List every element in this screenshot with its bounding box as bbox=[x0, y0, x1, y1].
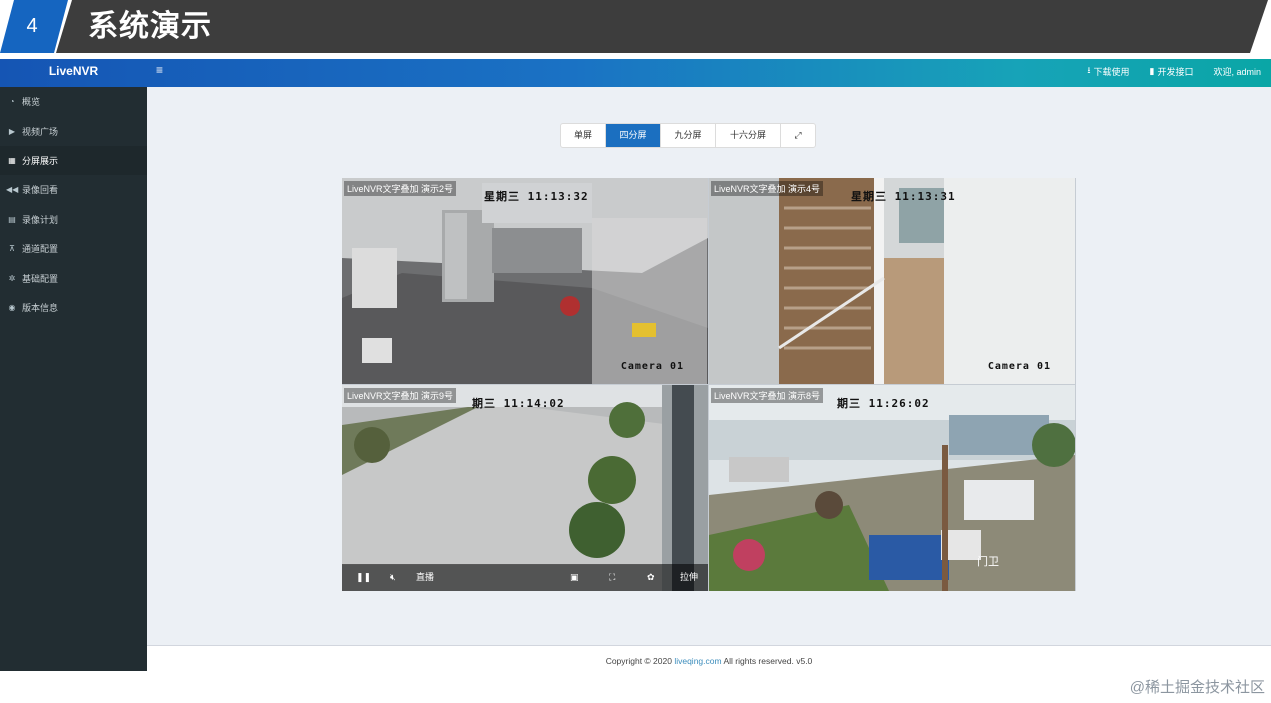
footer: Copyright © 2020 liveqing.com All rights… bbox=[147, 645, 1271, 671]
play-icon: ▶ bbox=[8, 126, 16, 136]
user-menu[interactable]: 欢迎, admin bbox=[1213, 65, 1261, 78]
tile-timestamp: 期三 11:26:02 bbox=[837, 397, 930, 410]
tile-timestamp: 期三 11:14:02 bbox=[472, 397, 565, 410]
slide-header: 4 系统演示 bbox=[0, 0, 1271, 53]
snapshot-icon[interactable]: ✿ bbox=[647, 564, 655, 591]
sidebar-item-label: 基础配置 bbox=[22, 273, 59, 284]
video-tile-2[interactable]: LiveNVR文字叠加 演示4号 星期三 11:13:31 Camera 01 bbox=[709, 178, 1075, 384]
download-link[interactable]: ⭳ 下载使用 bbox=[1087, 63, 1129, 79]
sidebar-item-version[interactable]: ◉ 版本信息 bbox=[0, 293, 147, 322]
sidebar-item-label: 版本信息 bbox=[22, 302, 59, 313]
sitemap-icon: ⊼ bbox=[9, 244, 15, 254]
single-screen-button[interactable]: 单屏 bbox=[561, 124, 606, 147]
sidebar-item-basic-config[interactable]: ✲ 基础配置 bbox=[0, 263, 147, 292]
slide-title-bar bbox=[56, 0, 1268, 53]
tile-label: LiveNVR文字叠加 演示4号 bbox=[711, 181, 824, 196]
top-navbar: LiveNVR ≡ ⭳ 下载使用 ▮ 开发接口 欢迎, admin bbox=[0, 59, 1271, 87]
sidebar-item-channel-config[interactable]: ⊼ 通道配置 bbox=[0, 234, 147, 263]
download-icon: ⭳ bbox=[1087, 65, 1091, 75]
video-grid: LiveNVR文字叠加 演示2号 星期三 11:13:32 Camera 01 bbox=[342, 178, 1076, 591]
menu-toggle-icon[interactable]: ≡ bbox=[156, 63, 163, 77]
info-icon: ◉ bbox=[8, 302, 16, 312]
slide-number: 4 bbox=[26, 15, 38, 37]
gear-icon: ✲ bbox=[8, 273, 16, 283]
fullscreen-icon[interactable]: ⤢ bbox=[781, 124, 815, 147]
sidebar-item-label: 录像回看 bbox=[22, 185, 59, 196]
sidebar-item-label: 分屏展示 bbox=[22, 155, 59, 166]
sidebar-item-video-square[interactable]: ▶ 视频广场 bbox=[0, 116, 147, 145]
top-right-menu: ⭳ 下载使用 ▮ 开发接口 欢迎, admin bbox=[1087, 59, 1261, 83]
grid-icon: ▦ bbox=[8, 155, 16, 165]
sidebar-item-overview[interactable]: ◔ 概览 bbox=[0, 87, 147, 116]
fullscreen-toggle-icon[interactable]: ⛶ bbox=[609, 564, 615, 591]
footer-link[interactable]: liveqing.com bbox=[674, 656, 721, 666]
live-label: 直播 bbox=[416, 572, 435, 582]
video-frame-yard bbox=[709, 385, 1075, 591]
video-frame-courtyard bbox=[342, 385, 708, 591]
slide-title: 系统演示 bbox=[88, 10, 212, 43]
tile-label: LiveNVR文字叠加 演示9号 bbox=[344, 388, 457, 403]
sixteen-screen-button[interactable]: 十六分屏 bbox=[716, 124, 781, 147]
sidebar-item-label: 通道配置 bbox=[22, 244, 59, 255]
four-screen-button[interactable]: 四分屏 bbox=[606, 124, 661, 147]
book-icon: ▮ bbox=[1149, 65, 1155, 76]
footer-copyright: Copyright © 2020 bbox=[605, 656, 675, 666]
backward-icon: ◀◀ bbox=[6, 185, 19, 195]
tile-timestamp: 星期三 11:13:32 bbox=[484, 190, 589, 203]
pause-icon[interactable]: ❚❚ bbox=[356, 564, 371, 591]
video-frame-kitchen bbox=[342, 178, 708, 384]
sidebar-item-split-screen[interactable]: ▦ 分屏展示 bbox=[0, 145, 147, 176]
footer-suffix: All rights reserved. v5.0 bbox=[721, 656, 813, 666]
calendar-icon: ▤ bbox=[8, 214, 16, 224]
player-controls: ❚❚ 🔇︎ 直播 ▣ ⛶ ✿ 拉伸 bbox=[342, 564, 708, 591]
tile-label: LiveNVR文字叠加 演示8号 bbox=[711, 388, 824, 403]
api-docs-link[interactable]: ▮ 开发接口 bbox=[1150, 65, 1194, 78]
video-frame-staircase bbox=[709, 178, 1075, 384]
watermark: @稀土掘金技术社区 bbox=[1129, 679, 1265, 696]
dashboard-icon: ◔ bbox=[9, 97, 15, 107]
video-tile-3[interactable]: LiveNVR文字叠加 演示9号 期三 11:14:02 ❚❚ 🔇︎ 直播 ▣ … bbox=[342, 385, 708, 591]
livenvr-app: LiveNVR ≡ ⭳ 下载使用 ▮ 开发接口 欢迎, admin ◔ 概览 ▶… bbox=[0, 59, 1271, 671]
nine-screen-button[interactable]: 九分屏 bbox=[661, 124, 716, 147]
api-docs-label: 开发接口 bbox=[1157, 66, 1194, 77]
tile-label: LiveNVR文字叠加 演示2号 bbox=[344, 181, 457, 196]
app-logo[interactable]: LiveNVR bbox=[0, 59, 147, 87]
tile-camera-label: Camera 01 bbox=[987, 361, 1051, 372]
pip-icon[interactable]: ▣ bbox=[570, 564, 579, 591]
sidebar-item-record-plan[interactable]: ▤ 录像计划 bbox=[0, 205, 147, 234]
tile-overlay-text: 门卫 bbox=[977, 556, 999, 568]
sidebar: ◔ 概览 ▶ 视频广场 ▦ 分屏展示 ◀◀ 录像回看 ▤ 录像计划 ⊼ 通道配置… bbox=[0, 87, 147, 671]
sidebar-item-playback[interactable]: ◀◀ 录像回看 bbox=[0, 175, 147, 204]
main-content: 单屏 四分屏 九分屏 十六分屏 ⤢ LiveNVR文字叠加 演示2号 星期三 1… bbox=[147, 87, 1271, 671]
video-tile-1[interactable]: LiveNVR文字叠加 演示2号 星期三 11:13:32 Camera 01 bbox=[342, 178, 708, 384]
sidebar-item-label: 录像计划 bbox=[22, 214, 59, 225]
tile-camera-label: Camera 01 bbox=[620, 361, 684, 372]
split-mode-selector: 单屏 四分屏 九分屏 十六分屏 ⤢ bbox=[560, 123, 816, 148]
sidebar-item-label: 概览 bbox=[22, 97, 41, 108]
sidebar-item-label: 视频广场 bbox=[22, 126, 59, 137]
stretch-button[interactable]: 拉伸 bbox=[680, 564, 698, 591]
tile-timestamp: 星期三 11:13:31 bbox=[851, 190, 956, 203]
mute-icon[interactable]: 🔇︎ bbox=[390, 564, 396, 591]
video-tile-4[interactable]: LiveNVR文字叠加 演示8号 期三 11:26:02 门卫 bbox=[709, 385, 1075, 591]
download-label: 下载使用 bbox=[1093, 66, 1130, 77]
